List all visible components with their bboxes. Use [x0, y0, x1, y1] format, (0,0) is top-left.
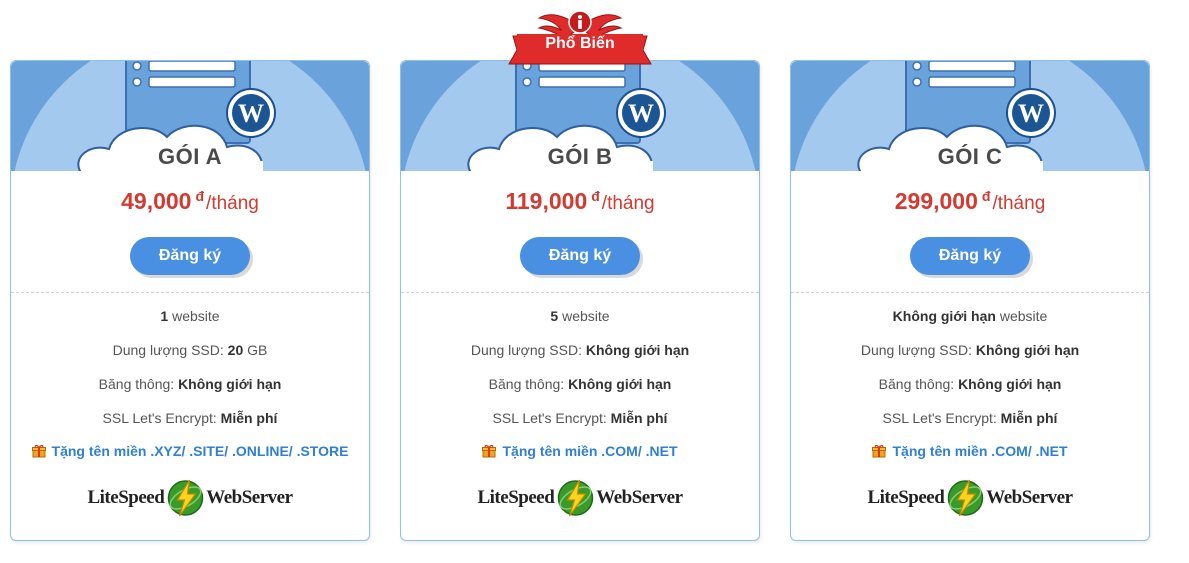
register-button[interactable]: Đăng ký — [130, 237, 250, 275]
gift-icon — [872, 444, 887, 458]
pricing-card-3: W GÓI C 299,000 đ/tháng Đăng ký Không giớ… — [790, 60, 1150, 541]
feature-websites: Không giới hạn website — [892, 308, 1048, 324]
price-period: /tháng — [601, 193, 655, 214]
feature-ssd: Dung lượng SSD: 20 GB — [112, 342, 268, 358]
litespeed-logo: LiteSpeed WebServer — [867, 478, 1073, 518]
feature-websites: 5 website — [550, 308, 610, 324]
price-period: /tháng — [992, 193, 1046, 214]
feature-ssd: Dung lượng SSD: Không giới hạn — [470, 342, 690, 358]
plan-name: GÓI A — [157, 144, 223, 169]
wordpress-icon: W — [226, 88, 276, 138]
price-amount: 119,000 — [505, 188, 588, 214]
pricing-card-2: W GÓI B 119,000 đ/tháng Đăng ký 5 website… — [400, 10, 760, 541]
feature-bandwidth: Băng thông: Không giới hạn — [488, 376, 672, 392]
svg-text:W: W — [628, 99, 654, 128]
svg-text:W: W — [238, 99, 264, 128]
svg-text:W: W — [1018, 99, 1044, 128]
price: 49,000 đ/tháng — [11, 188, 369, 215]
lightning-icon — [557, 479, 594, 517]
price-currency: đ — [591, 188, 600, 204]
gift-icon — [482, 444, 497, 458]
gift-domain-offer: Tặng tên miền .COM/ .NET — [401, 443, 759, 459]
feature-ssl: SSL Let's Encrypt: Miễn phí — [102, 410, 278, 426]
lightning-icon — [167, 479, 204, 517]
plan-name: GÓI B — [547, 144, 613, 169]
pricing-card-1: W GÓI A 49,000 đ/tháng Đăng ký 1 website … — [10, 60, 370, 541]
wordpress-icon: W — [1006, 88, 1056, 138]
price-amount: 299,000 — [894, 188, 978, 214]
plan-name: GÓI C — [937, 144, 1003, 169]
divider — [791, 292, 1149, 293]
litespeed-logo: LiteSpeed WebServer — [477, 478, 683, 518]
feature-ssl: SSL Let's Encrypt: Miễn phí — [882, 410, 1058, 426]
popular-badge-label: Phổ Biến — [545, 35, 615, 52]
gift-domain-offer: Tặng tên miền .COM/ .NET — [791, 443, 1149, 459]
lightning-icon — [947, 479, 984, 517]
feature-bandwidth: Băng thông: Không giới hạn — [878, 376, 1062, 392]
feature-websites: 1 website — [160, 308, 220, 324]
register-button[interactable]: Đăng ký — [520, 237, 640, 275]
feature-bandwidth: Băng thông: Không giới hạn — [98, 376, 282, 392]
gift-domain-offer: Tặng tên miền .XYZ/ .SITE/ .ONLINE/ .STO… — [11, 443, 369, 459]
register-button[interactable]: Đăng ký — [910, 237, 1030, 275]
popular-badge: Phổ Biến — [505, 8, 655, 70]
divider — [11, 292, 369, 293]
price-currency: đ — [195, 188, 205, 204]
feature-ssl: SSL Let's Encrypt: Miễn phí — [492, 410, 668, 426]
price: 299,000 đ/tháng — [791, 188, 1149, 215]
price-currency: đ — [981, 188, 991, 204]
divider — [401, 292, 759, 293]
feature-ssd: Dung lượng SSD: Không giới hạn — [860, 342, 1080, 358]
price-amount: 49,000 — [121, 188, 192, 214]
price-period: /tháng — [206, 193, 259, 214]
price: 119,000 đ/tháng — [401, 188, 759, 215]
gift-icon — [31, 444, 46, 458]
wordpress-icon: W — [616, 88, 666, 138]
litespeed-logo: LiteSpeed WebServer — [87, 478, 293, 518]
